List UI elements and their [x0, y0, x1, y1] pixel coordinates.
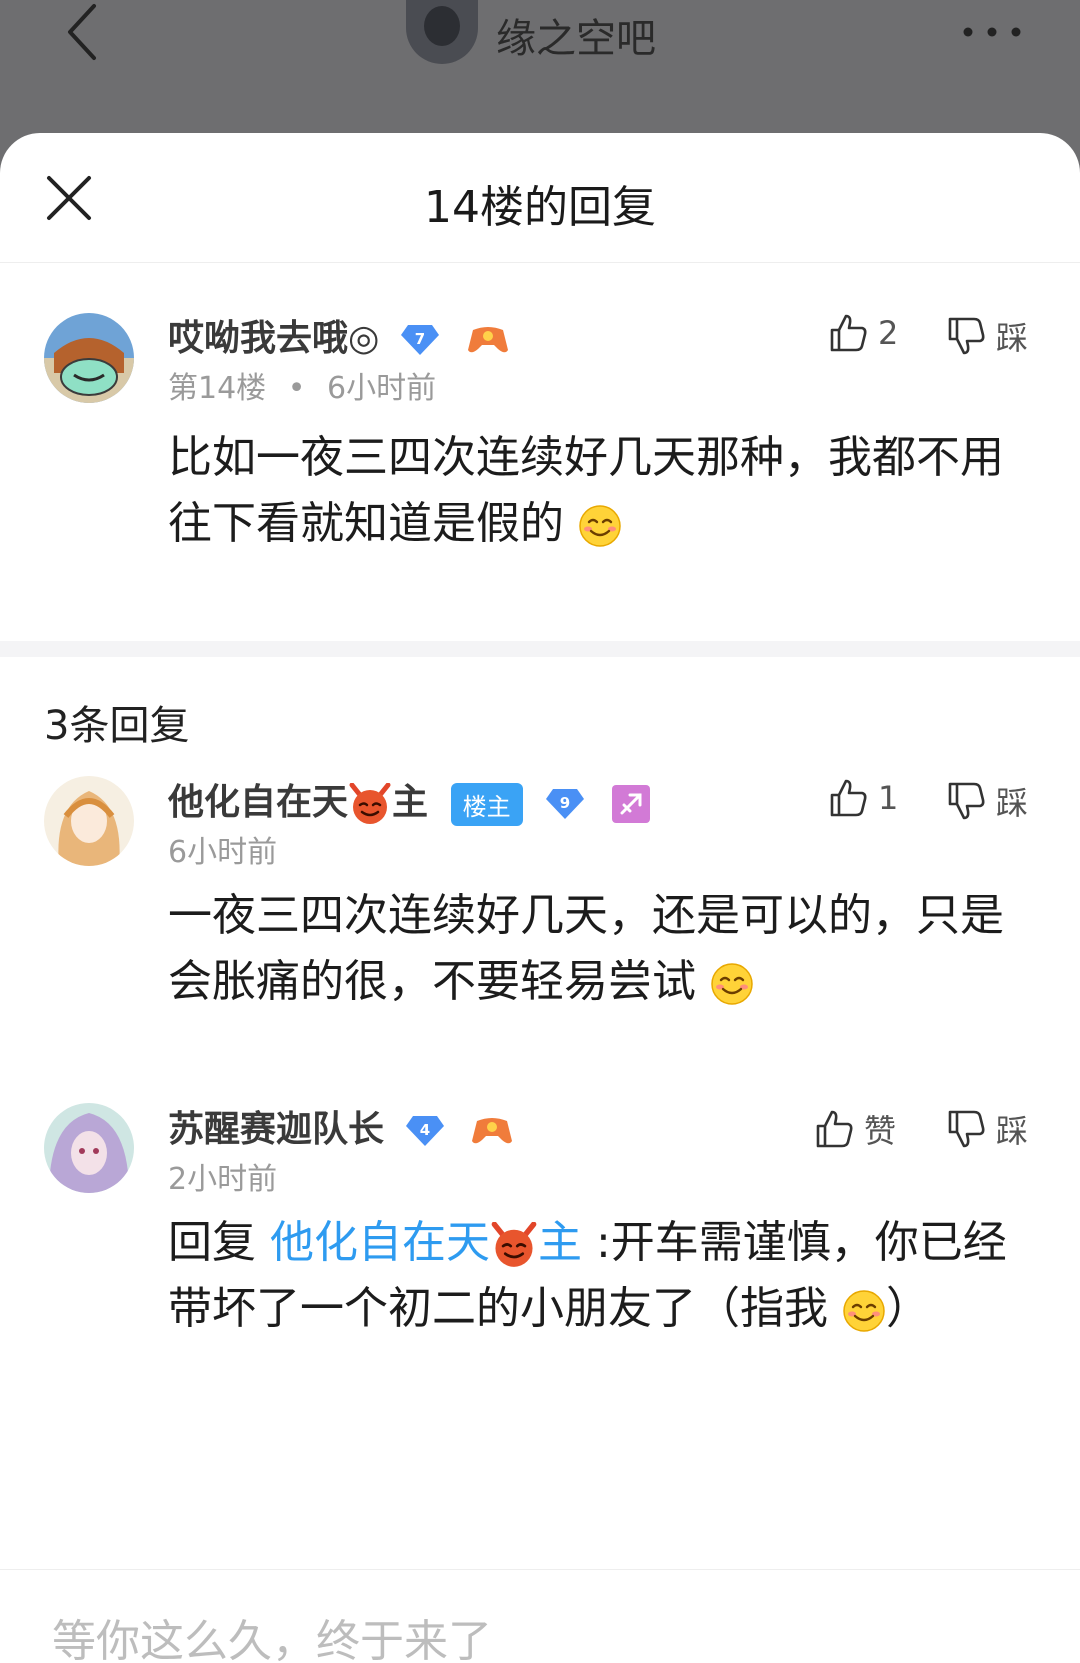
reply-count: 3条回复 — [44, 703, 190, 749]
floor-number: 第14楼 — [168, 371, 267, 406]
dislike-button[interactable]: 踩 — [946, 1106, 1028, 1152]
forum-avatar[interactable] — [406, 0, 478, 64]
dislike-label: 踩 — [996, 319, 1029, 357]
thumbs-down-icon — [948, 782, 985, 820]
username-suffix: 主 — [392, 782, 429, 823]
avatar[interactable] — [44, 776, 134, 866]
dislike-label: 踩 — [996, 784, 1029, 822]
forum-name[interactable]: 缘之空吧 — [496, 6, 656, 64]
thumbs-up-icon — [816, 1110, 853, 1148]
like-button[interactable]: 赞 — [814, 1106, 896, 1152]
devil-emoji-icon — [349, 783, 391, 824]
smile-emoji-icon — [711, 963, 753, 1005]
smile-emoji-icon — [579, 505, 621, 547]
reply-time: 2小时前 — [168, 1162, 278, 1197]
reply-text: 一夜三四次连续好几天，还是可以的，只是会胀痛的很，不要轻易尝试 — [168, 890, 1004, 1007]
post-meta: 第14楼 • 6小时前 — [168, 363, 436, 407]
post-time: 6小时前 — [326, 371, 437, 406]
meta-separator: • — [287, 371, 306, 406]
dislike-button[interactable]: 踩 — [946, 778, 1028, 824]
sheet-title: 14楼的回复 — [424, 182, 656, 233]
thumbs-up-icon — [830, 314, 867, 352]
thumbs-down-icon — [948, 317, 985, 355]
level-badge-icon: 9 — [546, 789, 585, 819]
reply-time: 6小时前 — [168, 835, 278, 870]
reply-content: 回复 他化自在天 主 :开车需谨慎，你已经带坏了一个初二的小朋友了（指我 ） — [168, 1210, 1038, 1342]
level-number: 7 — [415, 330, 425, 348]
section-divider — [0, 641, 1080, 657]
more-dots-icon[interactable] — [962, 26, 1022, 38]
composer-divider — [0, 1569, 1080, 1570]
sagittarius-icon — [611, 785, 650, 823]
reply-target-suffix: 主 — [538, 1217, 582, 1268]
smile-emoji-icon — [843, 1290, 885, 1332]
username-text: 苏醒赛迦队长 — [168, 1109, 385, 1150]
username[interactable]: 哎呦我去哦◎ 7 — [168, 309, 509, 361]
reply-prefix: 回复 — [168, 1217, 270, 1268]
dislike-label: 踩 — [996, 1112, 1029, 1150]
like-count: 2 — [878, 314, 899, 352]
devil-emoji-icon — [491, 1222, 537, 1267]
top-navigation-bar: 缘之空吧 — [0, 0, 1080, 140]
avatar[interactable] — [44, 313, 134, 403]
like-label: 赞 — [864, 1112, 897, 1150]
avatar[interactable] — [44, 1103, 134, 1193]
dislike-button[interactable]: 踩 — [946, 313, 1028, 359]
level-badge-icon: 7 — [400, 325, 439, 355]
sheet-header: 14楼的回复 — [0, 133, 1080, 263]
username-text: 哎呦我去哦◎ — [168, 318, 380, 359]
gamepad-icon — [467, 327, 508, 353]
reply-text-end: ） — [886, 1283, 930, 1334]
like-count: 1 — [878, 779, 899, 817]
reply-content: 一夜三四次连续好几天，还是可以的，只是会胀痛的很，不要轻易尝试 — [168, 883, 1038, 1015]
username-text: 他化自在天 — [168, 782, 349, 823]
thumbs-up-icon — [830, 779, 867, 817]
reply-input[interactable]: 等你这么久，终于来了 — [52, 1605, 492, 1663]
reply-target-name: 他化自在天 — [270, 1217, 490, 1268]
level-badge-icon: 4 — [405, 1116, 444, 1146]
reply-sheet: 14楼的回复 哎呦我去哦◎ 7 第14楼 • 6小时前 2 踩 比如一夜三四次连… — [0, 133, 1080, 1663]
chevron-left-icon[interactable] — [62, 2, 112, 62]
like-button[interactable]: 2 — [828, 313, 898, 353]
reply-target-link[interactable]: 他化自在天 主 — [270, 1217, 582, 1268]
gamepad-icon — [472, 1118, 513, 1144]
username[interactable]: 苏醒赛迦队长 4 — [168, 1100, 513, 1152]
thumbs-down-icon — [948, 1110, 985, 1148]
level-number: 4 — [419, 1121, 429, 1139]
like-button[interactable]: 1 — [828, 778, 898, 818]
username[interactable]: 他化自在天 主 楼主 9 — [168, 773, 650, 826]
level-number: 9 — [560, 794, 570, 812]
owner-tag: 楼主 — [450, 782, 523, 826]
post-content: 比如一夜三四次连续好几天那种，我都不用往下看就知道是假的 — [168, 425, 1038, 557]
